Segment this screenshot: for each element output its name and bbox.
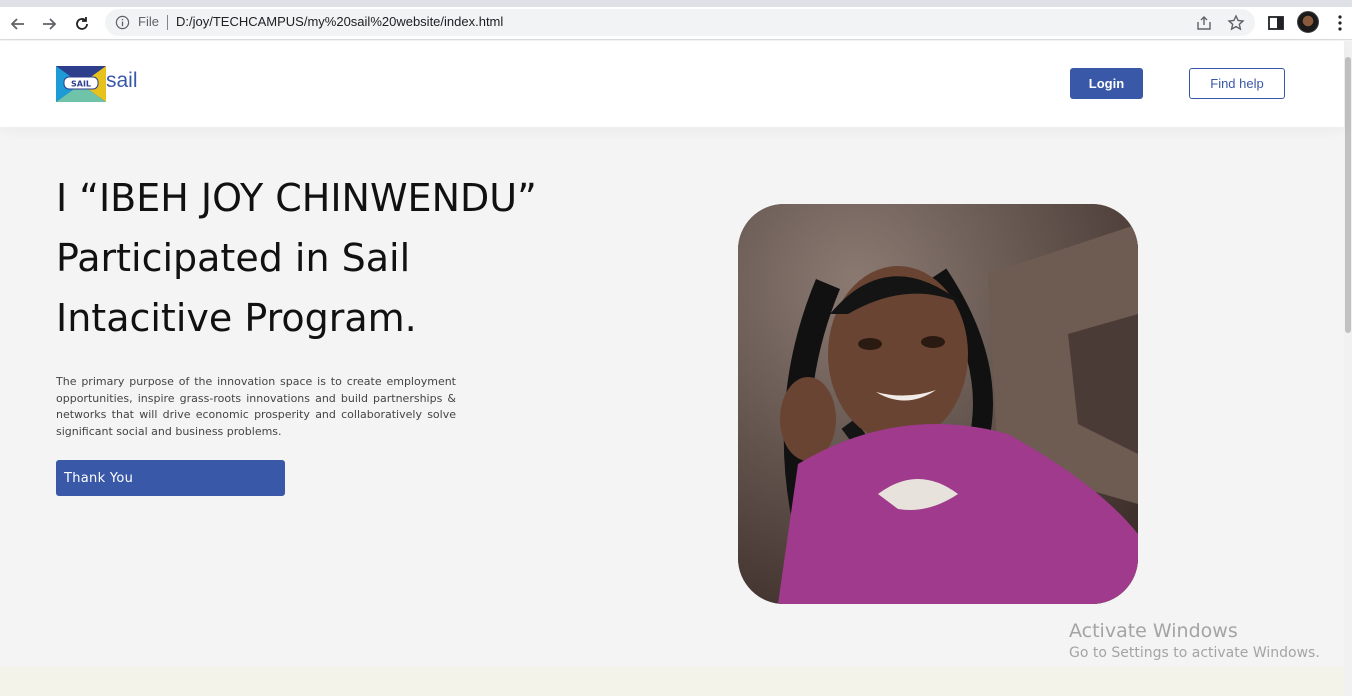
- profile-photo: [738, 204, 1138, 604]
- find-help-button[interactable]: Find help: [1189, 68, 1285, 99]
- file-scheme-label: File: [138, 14, 159, 29]
- thank-you-button[interactable]: Thank You: [56, 460, 285, 496]
- hero-description: The primary purpose of the innovation sp…: [56, 375, 456, 438]
- hero-title-line: I “IBEH JOY CHINWENDU”: [56, 176, 537, 220]
- scrollbar-thumb[interactable]: [1345, 57, 1351, 333]
- info-icon[interactable]: [115, 15, 130, 30]
- activate-windows-subtitle: Go to Settings to activate Windows.: [1069, 645, 1320, 661]
- profile-avatar[interactable]: [1297, 11, 1319, 33]
- star-icon[interactable]: [1227, 14, 1245, 32]
- tab-strip: [0, 0, 1352, 7]
- side-panel-icon[interactable]: [1266, 13, 1286, 33]
- address-bar[interactable]: File D:/joy/TECHCAMPUS/my%20sail%20websi…: [105, 9, 1255, 36]
- login-button[interactable]: Login: [1070, 68, 1143, 99]
- logo-text[interactable]: sail: [106, 69, 138, 93]
- more-vert-icon[interactable]: [1330, 13, 1350, 33]
- hero-title-line: Participated in Sail: [56, 236, 411, 280]
- url-text[interactable]: D:/joy/TECHCAMPUS/my%20sail%20website/in…: [176, 14, 503, 29]
- forward-arrow-icon[interactable]: [37, 12, 61, 36]
- back-arrow-icon[interactable]: [6, 12, 30, 36]
- next-section-band: [0, 667, 1344, 696]
- activate-windows-title: Activate Windows: [1069, 620, 1238, 642]
- hero-title: I “IBEH JOY CHINWENDU” Participated in S…: [56, 168, 616, 348]
- page-scrollbar[interactable]: [1344, 41, 1352, 696]
- sail-logo[interactable]: SAIL: [56, 66, 106, 102]
- reload-icon[interactable]: [70, 12, 94, 36]
- svg-text:SAIL: SAIL: [71, 80, 91, 89]
- address-separator: [167, 15, 168, 30]
- site-header: SAIL sail Login Find help: [0, 41, 1344, 127]
- browser-toolbar: File D:/joy/TECHCAMPUS/my%20sail%20websi…: [0, 7, 1352, 40]
- share-icon[interactable]: [1195, 14, 1213, 32]
- hero-title-line: Intacitive Program.: [56, 296, 417, 340]
